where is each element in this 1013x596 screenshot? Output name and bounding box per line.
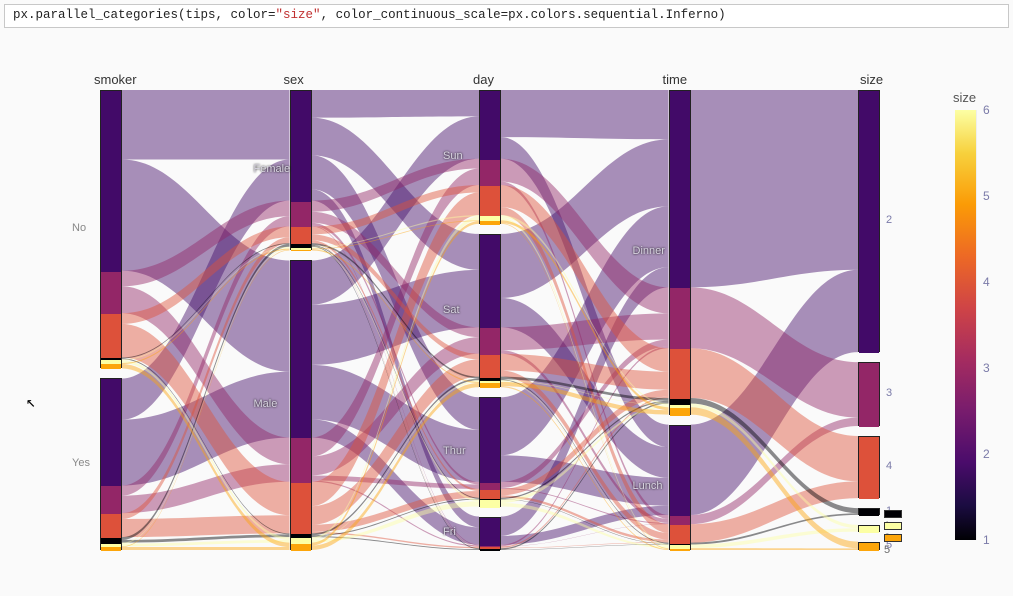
category-bar-size-6[interactable] <box>858 525 880 532</box>
segment <box>859 363 879 427</box>
segment <box>480 383 500 388</box>
segment <box>101 486 121 514</box>
segment <box>670 516 690 525</box>
category-label-size-2: 2 <box>886 214 892 226</box>
segment <box>670 408 690 415</box>
colorbar-title: size <box>953 90 976 105</box>
category-label-smoker-Yes: Yes <box>72 457 90 469</box>
category-bar-time-Lunch[interactable] <box>669 425 691 550</box>
segment <box>480 160 500 186</box>
segment <box>670 525 690 543</box>
category-label-size-3: 3 <box>886 387 892 399</box>
ribbon <box>691 90 859 287</box>
size-key-swatch <box>884 522 902 530</box>
dimension-label-size[interactable]: size <box>860 72 883 87</box>
colorbar-tick: 1 <box>983 533 990 547</box>
category-bar-size-4[interactable] <box>858 436 880 498</box>
code-text-string: "size" <box>276 8 321 22</box>
segment <box>101 514 121 538</box>
segment <box>101 91 121 272</box>
category-bar-day-Sat[interactable] <box>479 234 501 387</box>
category-bar-sex-Male[interactable] <box>290 260 312 550</box>
segment <box>859 437 879 499</box>
segment <box>101 272 121 314</box>
segment <box>291 202 311 228</box>
size-key-swatch <box>884 510 902 518</box>
dimension-label-time[interactable]: time <box>663 72 688 87</box>
segment <box>480 500 500 507</box>
segment <box>480 398 500 483</box>
size-key-swatch <box>884 534 902 542</box>
segment <box>670 91 690 288</box>
segment <box>670 549 690 551</box>
code-cell[interactable]: px.parallel_categories(tips, color="size… <box>4 4 1009 28</box>
code-text-suffix: , color_continuous_scale=px.colors.seque… <box>321 8 726 22</box>
ribbon <box>122 515 290 537</box>
colorbar-tick: 3 <box>983 361 990 375</box>
ribbon <box>501 90 669 139</box>
colorbar-tick: 2 <box>983 447 990 461</box>
segment <box>480 91 500 160</box>
segment <box>859 543 879 551</box>
category-label-size-4: 4 <box>886 460 892 472</box>
segment <box>291 261 311 438</box>
segment <box>291 250 311 252</box>
ribbon <box>691 548 859 550</box>
category-bar-size-5[interactable] <box>858 542 880 550</box>
category-bar-smoker-Yes[interactable] <box>100 378 122 550</box>
segment <box>291 483 311 535</box>
ribbon <box>312 90 480 118</box>
category-bar-sex-Female[interactable] <box>290 90 312 250</box>
size-key-row: 5 <box>884 532 906 556</box>
segment <box>291 227 311 244</box>
segment <box>480 483 500 490</box>
category-bar-smoker-No[interactable] <box>100 90 122 368</box>
ribbon <box>122 547 290 550</box>
segment <box>859 509 879 516</box>
segment <box>291 544 311 551</box>
colorbar-tick: 6 <box>983 103 990 117</box>
category-bar-time-Dinner[interactable] <box>669 90 691 415</box>
code-text-prefix: px.parallel_categories(tips, color= <box>13 8 276 22</box>
segment <box>480 518 500 546</box>
category-bar-size-3[interactable] <box>858 362 880 426</box>
segment <box>859 526 879 533</box>
segment <box>101 364 121 370</box>
segment <box>101 547 121 551</box>
segment <box>480 235 500 328</box>
segment <box>480 221 500 225</box>
category-bar-size-2[interactable] <box>858 90 880 352</box>
parallel-categories-chart[interactable]: smokerNoYessexFemaleMaledaySunSatThurFri… <box>100 90 880 550</box>
segment <box>859 91 879 353</box>
segment <box>480 186 500 216</box>
segment <box>670 349 690 399</box>
ribbon <box>122 90 290 160</box>
colorbar[interactable]: size 654321 <box>955 110 983 540</box>
colorbar-tick: 5 <box>983 189 990 203</box>
size-key-label: 5 <box>884 544 890 556</box>
segment <box>670 288 690 349</box>
category-bar-size-1[interactable] <box>858 508 880 515</box>
dimension-label-sex[interactable]: sex <box>284 72 304 87</box>
category-bar-day-Thur[interactable] <box>479 397 501 506</box>
segment <box>480 355 500 378</box>
cursor-icon: ↖ <box>26 392 36 412</box>
segment <box>101 314 121 358</box>
dimension-label-day[interactable]: day <box>473 72 494 87</box>
segment <box>480 328 500 354</box>
category-bar-day-Fri[interactable] <box>479 517 501 550</box>
segment <box>101 379 121 486</box>
segment <box>670 426 690 516</box>
segment <box>480 549 500 551</box>
category-bar-day-Sun[interactable] <box>479 90 501 224</box>
colorbar-gradient <box>955 110 977 540</box>
segment <box>291 438 311 482</box>
segment <box>291 91 311 202</box>
category-label-smoker-No: No <box>72 222 86 234</box>
dimension-label-smoker[interactable]: smoker <box>94 72 137 87</box>
segment <box>480 490 500 499</box>
colorbar-tick: 4 <box>983 275 990 289</box>
